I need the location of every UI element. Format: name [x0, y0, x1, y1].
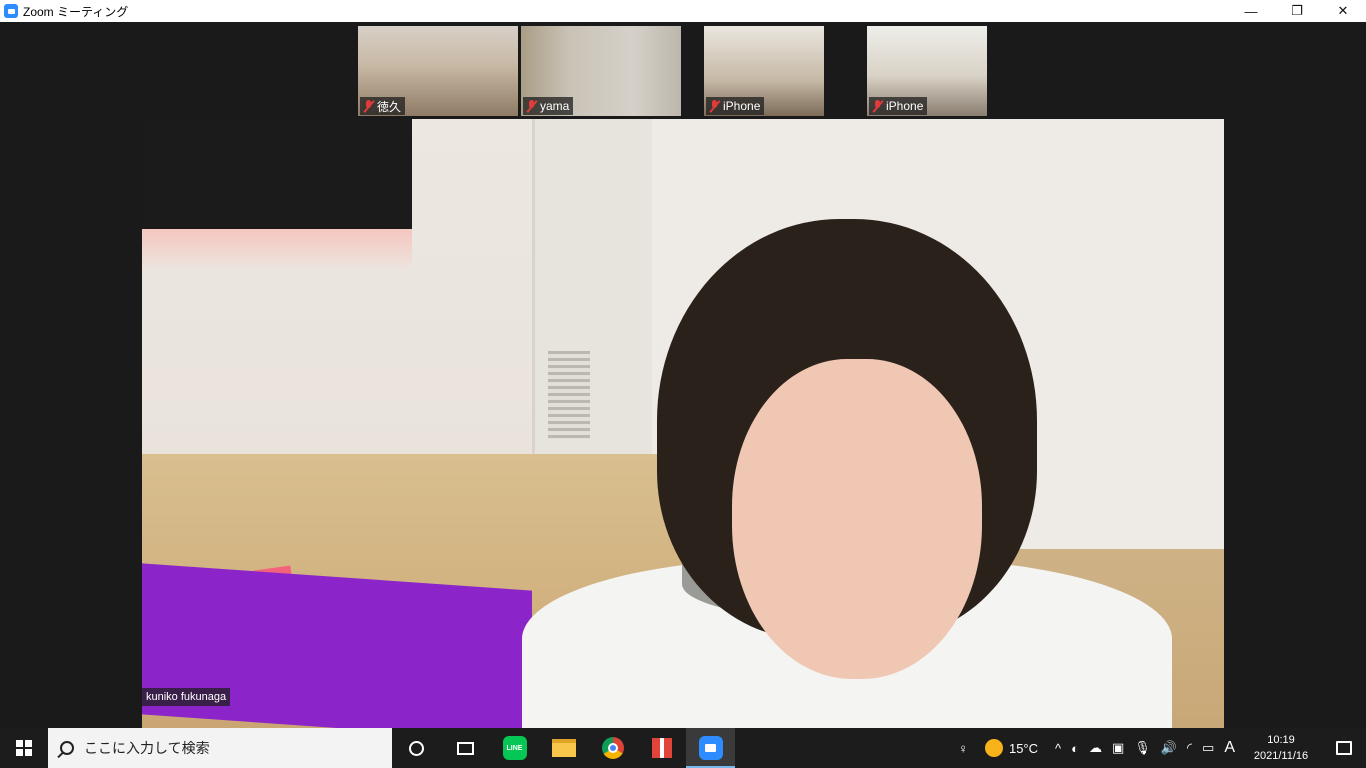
- video-person-face: [732, 359, 982, 679]
- chrome-icon: [601, 737, 624, 759]
- windows-taskbar: ここに入力して検索 LINE ♀ 15°C ^ ◐ ☁ ▣ 🎙 🔊 ◜ ▭ A …: [0, 728, 1366, 768]
- video-wall-glow: [142, 229, 412, 269]
- notification-icon: [1336, 741, 1352, 755]
- system-tray: ♀ 15°C ^ ◐ ☁ ▣ 🎙 🔊 ◜ ▭ A 10:19 2021/11/1…: [953, 728, 1366, 768]
- taskbar-app-zoom[interactable]: [686, 728, 735, 768]
- participant-tile[interactable]: iPhone: [867, 26, 987, 116]
- participant-name-tag: iPhone: [869, 97, 928, 115]
- line-icon: LINE: [502, 736, 527, 760]
- participant-name: iPhone: [886, 99, 924, 113]
- battery-icon[interactable]: ▭: [1197, 728, 1219, 768]
- clock[interactable]: 10:19 2021/11/16: [1240, 728, 1322, 768]
- mic-muted-icon: [709, 99, 720, 113]
- taskbar-app-explorer[interactable]: [539, 728, 588, 768]
- close-button[interactable]: ✕: [1320, 0, 1366, 22]
- clock-time: 10:19: [1267, 734, 1295, 746]
- volume-icon[interactable]: 🔊: [1156, 728, 1182, 768]
- wifi-icon[interactable]: ◜: [1182, 728, 1197, 768]
- participant-name: iPhone: [723, 99, 761, 113]
- video-door-vent: [548, 351, 590, 439]
- mic-muted-icon: [872, 99, 883, 113]
- minimize-button[interactable]: —: [1228, 0, 1274, 22]
- task-view-icon: [457, 741, 474, 755]
- screen-capture-icon[interactable]: ▣: [1107, 728, 1129, 768]
- cortana-icon: [409, 740, 424, 756]
- zoom-icon: [698, 736, 723, 760]
- participant-tile[interactable]: yama: [521, 26, 681, 116]
- show-hidden-icons-button[interactable]: ^: [1050, 728, 1066, 768]
- mic-muted-icon: [363, 99, 374, 113]
- microphone-icon[interactable]: 🎙: [1129, 728, 1156, 768]
- weather-temperature: 15°C: [1008, 740, 1039, 756]
- video-curtain: [142, 119, 412, 229]
- taskbar-app-chrome[interactable]: [588, 728, 637, 768]
- sun-icon: [984, 739, 1003, 757]
- title-bar: Zoom ミーティング — ❐ ✕: [0, 0, 1366, 22]
- clock-date: 2021/11/16: [1253, 750, 1309, 762]
- taskbar-apps: LINE: [392, 728, 735, 768]
- participant-name-tag: 徳久: [360, 97, 406, 115]
- participant-name: yama: [540, 99, 570, 113]
- taskbar-search-box[interactable]: ここに入力して検索: [48, 728, 392, 768]
- participant-tile[interactable]: iPhone: [704, 26, 824, 116]
- weather-widget[interactable]: 15°C: [973, 728, 1050, 768]
- taskbar-app-gift[interactable]: [637, 728, 686, 768]
- participant-tile[interactable]: 徳久: [358, 26, 518, 116]
- cortana-button[interactable]: [392, 728, 441, 768]
- folder-icon: [551, 739, 576, 757]
- restore-button[interactable]: ❐: [1274, 0, 1320, 22]
- search-placeholder: ここに入力して検索: [84, 740, 210, 756]
- participant-name-tag: iPhone: [706, 97, 765, 115]
- active-speaker-video[interactable]: [142, 119, 1224, 728]
- action-center-button[interactable]: [1322, 728, 1366, 768]
- window-controls: — ❐ ✕: [1228, 0, 1366, 22]
- onedrive-icon[interactable]: ☁: [1084, 728, 1107, 768]
- search-icon: [60, 741, 74, 755]
- windows-logo-icon: [16, 740, 32, 756]
- meeting-area: 徳久 yama iPhone iPhone: [0, 22, 1366, 728]
- gift-icon: [651, 738, 672, 758]
- task-view-button[interactable]: [441, 728, 490, 768]
- video-door: [532, 119, 652, 499]
- active-speaker-name: kuniko fukunaga: [142, 688, 231, 706]
- zoom-app-icon: [4, 4, 18, 18]
- meet-now-icon[interactable]: ◐: [1066, 728, 1084, 768]
- window-title: Zoom ミーティング: [23, 4, 129, 19]
- participant-name-tag: yama: [523, 97, 574, 115]
- participant-name: 徳久: [377, 99, 402, 114]
- taskbar-app-line[interactable]: LINE: [490, 728, 539, 768]
- mic-muted-icon: [526, 99, 537, 113]
- ime-indicator[interactable]: A: [1219, 728, 1240, 768]
- start-button[interactable]: [0, 728, 48, 768]
- people-button[interactable]: ♀: [953, 728, 973, 768]
